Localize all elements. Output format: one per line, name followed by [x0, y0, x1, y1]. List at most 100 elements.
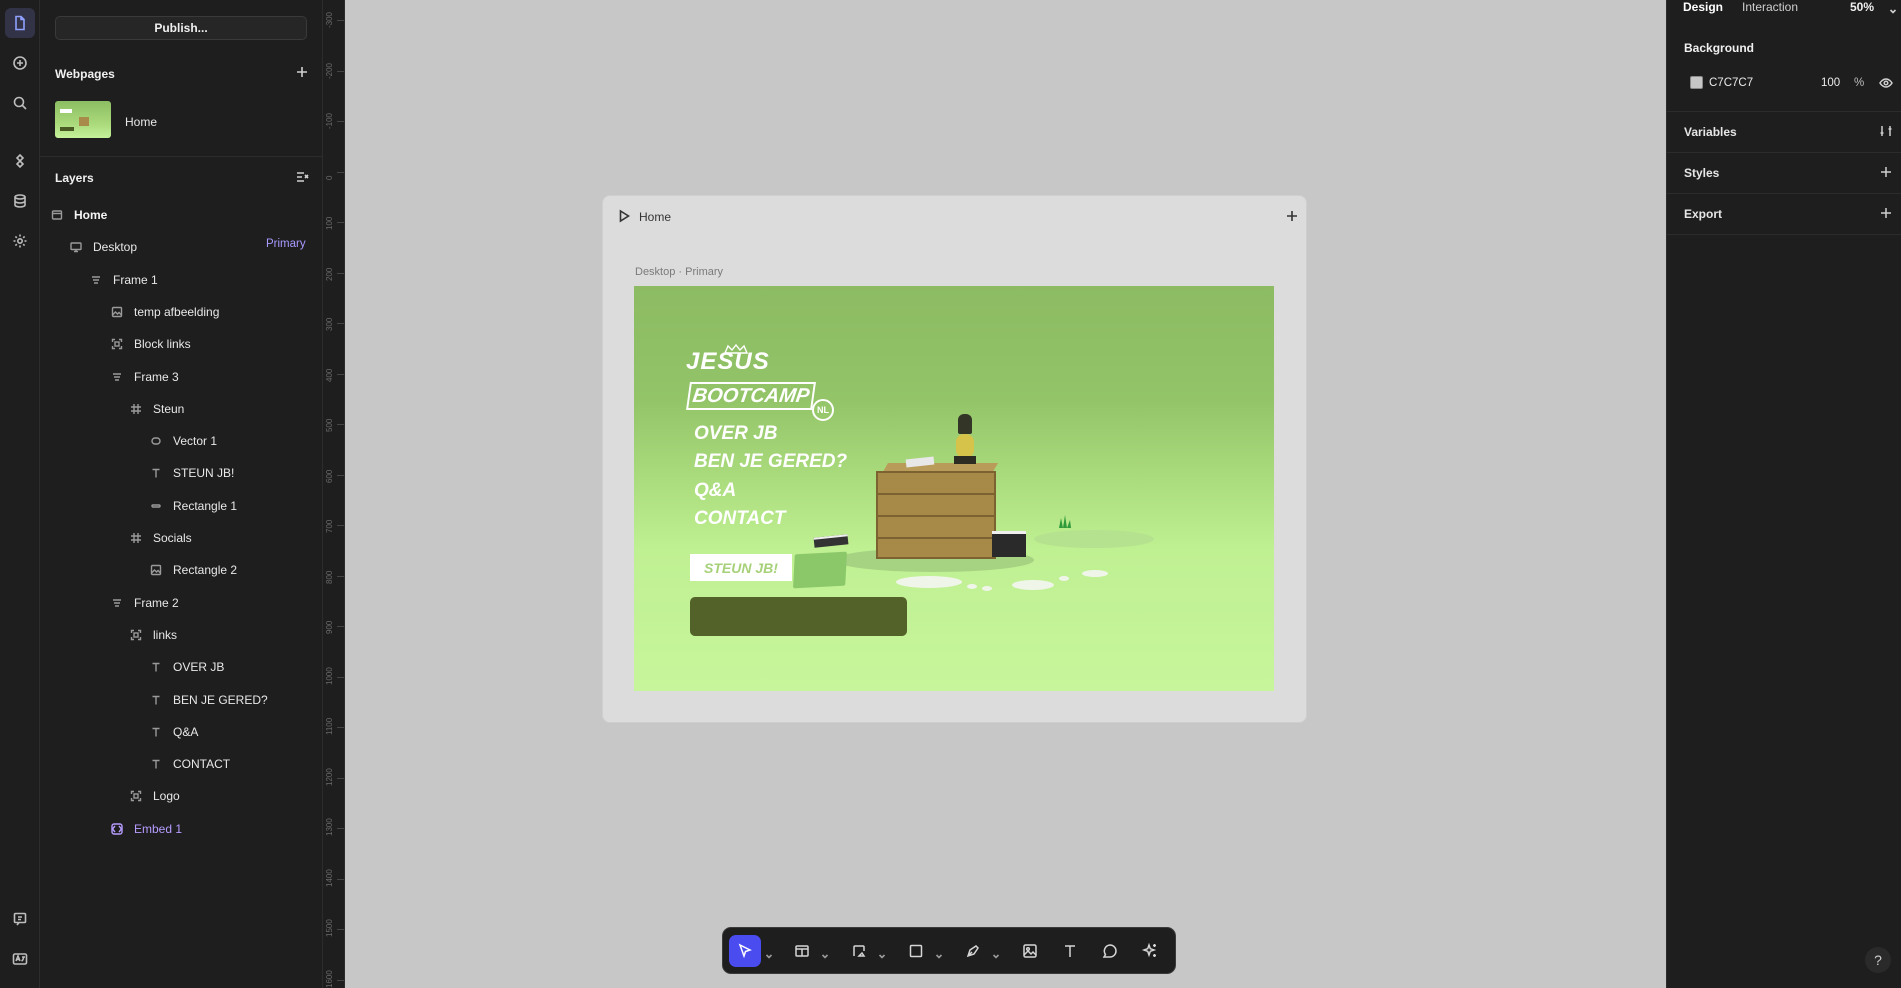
background-hex-value[interactable]: C7C7C7: [1709, 77, 1753, 89]
layer-item-label: Home: [74, 208, 108, 222]
background-opacity-value[interactable]: 100: [1821, 77, 1840, 89]
comment-tool-icon[interactable]: [1094, 935, 1126, 967]
canvas[interactable]: Home Desktop · Primary JESUS BOOTCAMP NL…: [345, 0, 1666, 988]
layer-item-label: Steun: [153, 401, 185, 416]
pen-tool-caret-icon[interactable]: [992, 947, 1000, 959]
desktop-icon: [69, 240, 83, 254]
insert-layout-caret-icon[interactable]: [821, 947, 829, 959]
layer-item[interactable]: Socials: [129, 528, 192, 548]
layer-item[interactable]: BEN JE GERED?: [149, 690, 268, 710]
nav-link-ben-je-gered[interactable]: BEN JE GERED?: [694, 451, 847, 473]
layer-item[interactable]: Home: [50, 205, 107, 225]
layer-item[interactable]: Rectangle 2: [149, 560, 237, 580]
nav-link-contact[interactable]: CONTACT: [694, 508, 785, 530]
publish-button[interactable]: Publish...: [55, 16, 307, 40]
desktop-preview[interactable]: JESUS BOOTCAMP NL OVER JB BEN JE GERED? …: [634, 286, 1274, 691]
divider: [1667, 111, 1901, 112]
layer-item[interactable]: Frame 1: [89, 270, 158, 290]
nav-link-qa[interactable]: Q&A: [694, 480, 736, 502]
ruler-tick-label: 1200: [325, 767, 334, 786]
page-frame-card[interactable]: Home Desktop · Primary JESUS BOOTCAMP NL…: [602, 195, 1307, 723]
background-opacity-unit: %: [1854, 77, 1865, 89]
ruler-tick-label: 1500: [325, 919, 334, 937]
components-icon[interactable]: [5, 146, 35, 176]
ruler-tick-label: 700: [325, 519, 334, 533]
frame-title: Home: [639, 210, 672, 224]
rectangle-tool-icon[interactable]: [900, 935, 932, 967]
component-icon: [129, 789, 143, 803]
layer-item[interactable]: CONTACT: [149, 754, 230, 774]
layer-item-label: CONTACT: [173, 757, 231, 772]
styles-title: Styles: [1684, 166, 1720, 180]
left-icon-rail: [0, 0, 40, 988]
add-style-plus-icon[interactable]: [1879, 165, 1893, 179]
layer-item[interactable]: STEUN JB!: [149, 463, 234, 483]
frame-tool-caret-icon[interactable]: [878, 947, 886, 959]
add-breakpoint-plus-icon[interactable]: [1285, 209, 1299, 223]
nav-link-over-jb[interactable]: OVER JB: [694, 423, 777, 445]
insert-icon[interactable]: [5, 48, 35, 78]
logo-badge: NL: [812, 399, 834, 421]
visibility-eye-icon[interactable]: [1879, 76, 1893, 90]
layer-item[interactable]: Embed 1: [110, 819, 182, 839]
translate-icon[interactable]: [5, 944, 35, 974]
layer-item-label: Rectangle 2: [173, 563, 238, 578]
layer-item[interactable]: Steun: [129, 399, 184, 419]
ruler-tick: [337, 979, 344, 981]
add-page-plus-icon[interactable]: [295, 65, 309, 79]
tab-interaction[interactable]: Interaction: [1742, 0, 1798, 14]
background-color-swatch[interactable]: [1690, 76, 1703, 89]
layer-item[interactable]: Logo: [129, 786, 180, 806]
layer-item[interactable]: Vector 1: [149, 431, 217, 451]
stone: [1059, 576, 1069, 581]
pages-icon[interactable]: [5, 8, 35, 38]
help-button[interactable]: ?: [1865, 947, 1891, 973]
layer-item[interactable]: Desktop: [69, 237, 137, 257]
layer-item-label: Rectangle 1: [173, 498, 238, 513]
layer-item-label: Desktop: [93, 240, 138, 255]
layer-item[interactable]: Frame 2: [110, 593, 179, 613]
image-tool-icon[interactable]: [1014, 935, 1046, 967]
frame-tool-icon[interactable]: [843, 935, 875, 967]
preview-play-icon[interactable]: [617, 209, 631, 223]
zoom-level[interactable]: 50%: [1850, 0, 1874, 14]
rectangle-tool-caret-icon[interactable]: [935, 947, 943, 959]
layer-item[interactable]: temp afbeelding: [110, 302, 219, 322]
steun-cta-button[interactable]: STEUN JB!: [690, 554, 792, 581]
cms-icon[interactable]: [5, 186, 35, 216]
search-icon[interactable]: [5, 88, 35, 118]
feedback-icon[interactable]: [5, 904, 35, 934]
layer-item[interactable]: OVER JB: [149, 657, 224, 677]
select-tool-icon[interactable]: [729, 935, 761, 967]
breakpoint-label: Desktop · Primary: [635, 266, 724, 278]
ruler-tick-label: 400: [325, 368, 334, 382]
ruler-tick: [337, 20, 344, 21]
pen-tool-icon[interactable]: [957, 935, 989, 967]
select-tool-caret-icon[interactable]: [765, 947, 773, 959]
layer-item[interactable]: links: [129, 625, 177, 645]
layer-item[interactable]: Rectangle 1: [149, 496, 237, 516]
component-icon: [110, 337, 124, 351]
layer-item-label: Q&A: [173, 724, 199, 739]
vertical-ruler[interactable]: -300 -200 -100 0 100 200 300 400 500 600 700 800 900…: [323, 0, 345, 988]
layer-item[interactable]: Frame 3: [110, 367, 179, 387]
layer-item-label: Frame 3: [134, 369, 179, 384]
divider: [1667, 193, 1901, 194]
layers-options-icon[interactable]: [295, 170, 309, 184]
tab-design[interactable]: Design: [1683, 0, 1723, 14]
text-icon: [149, 466, 163, 480]
stack-icon: [110, 596, 124, 610]
add-export-plus-icon[interactable]: [1879, 206, 1893, 220]
layer-item[interactable]: Q&A: [149, 722, 198, 742]
ruler-tick-label: 1400: [325, 868, 334, 887]
zoom-caret-icon[interactable]: [1889, 2, 1897, 14]
ruler-tick-label: -300: [325, 11, 334, 28]
ruler-tick: [337, 727, 344, 728]
variables-settings-icon[interactable]: [1879, 124, 1893, 138]
text-tool-icon[interactable]: [1054, 935, 1086, 967]
insert-layout-icon[interactable]: [786, 935, 818, 967]
layer-item[interactable]: Block links: [110, 334, 191, 354]
embed-block[interactable]: [690, 597, 907, 636]
ai-sparkle-icon[interactable]: [1134, 935, 1166, 967]
settings-icon[interactable]: [5, 226, 35, 256]
